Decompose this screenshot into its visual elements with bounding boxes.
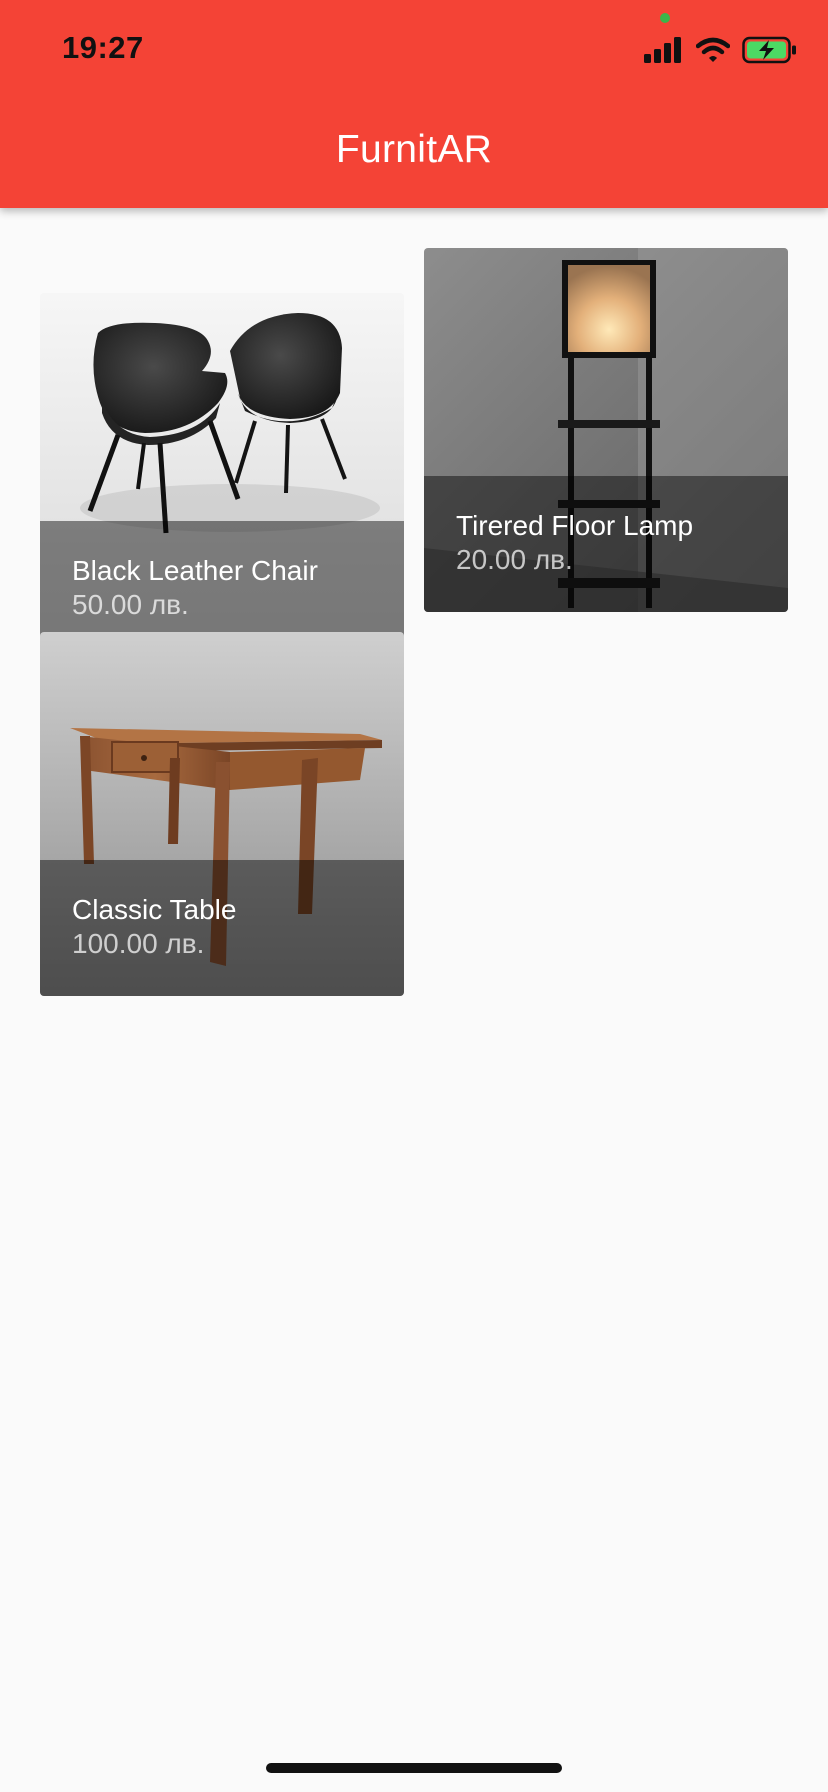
- product-price: 50.00 лв.: [72, 589, 189, 620]
- product-tile[interactable]: Black Leather Chair 50.00 лв.: [40, 293, 404, 657]
- product-name: Black Leather Chair: [72, 555, 318, 586]
- app-title: FurnitAR: [335, 128, 493, 171]
- product-name: Classic Table: [72, 894, 237, 925]
- product-price: 100.00 лв.: [72, 928, 205, 959]
- tile-caption-bar: Tirered Floor Lamp 20.00 лв.: [424, 476, 788, 612]
- product-name: Tirered Floor Lamp: [456, 510, 694, 541]
- app-bar: 19:27 FurnitAR: [0, 0, 828, 208]
- product-tile[interactable]: Tirered Floor Lamp 20.00 лв.: [424, 248, 788, 612]
- product-price: 20.00 лв.: [456, 544, 573, 575]
- cellular-signal-icon: [644, 37, 684, 63]
- product-tile[interactable]: Classic Table 100.00 лв.: [40, 632, 404, 996]
- status-icons: [644, 36, 798, 64]
- wifi-icon: [696, 37, 730, 63]
- status-time: 19:27: [62, 30, 144, 65]
- camera-indicator-dot: [660, 13, 670, 23]
- home-indicator[interactable]: [266, 1763, 562, 1773]
- battery-charging-icon: [742, 36, 798, 64]
- tile-caption-bar: Classic Table 100.00 лв.: [40, 860, 404, 996]
